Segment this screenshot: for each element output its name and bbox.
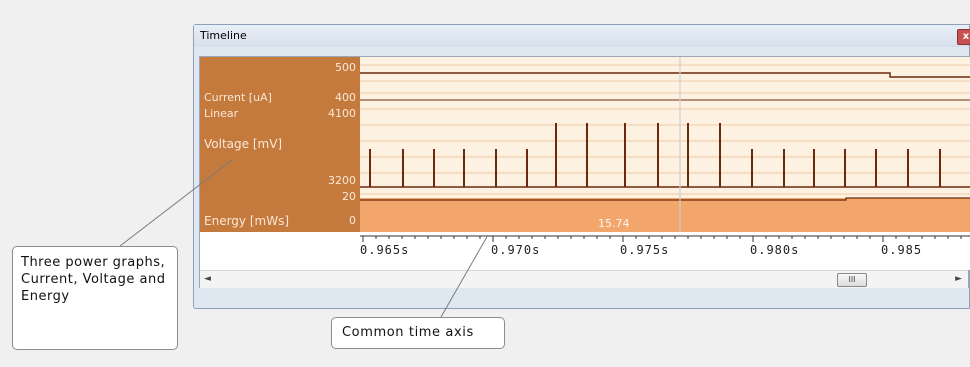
time-axis-callout: Common time axis xyxy=(331,317,505,349)
power-graphs-leader xyxy=(119,159,233,247)
time-axis-leader xyxy=(440,234,489,318)
power-graphs-callout: Three power graphs, Current, Voltage and… xyxy=(12,246,178,350)
